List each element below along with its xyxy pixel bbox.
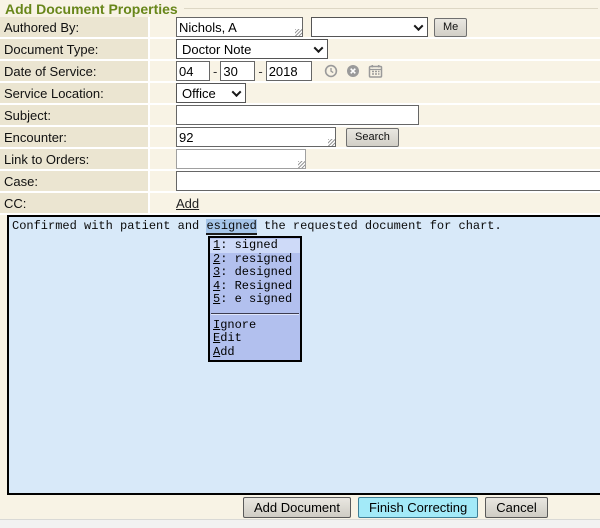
chevron-down-icon (414, 21, 424, 31)
document-type-label: Document Type: (0, 39, 150, 59)
misspelled-word[interactable]: esigned (206, 219, 256, 235)
menu-separator (211, 313, 299, 314)
menu-item-suggestion-3[interactable]: 3: designed (210, 266, 300, 280)
bottom-strip (0, 519, 600, 527)
calendar-icon[interactable] (368, 64, 383, 78)
row-authored-by: Authored By: Me (0, 17, 600, 39)
cc-label: CC: (0, 193, 150, 213)
row-case: Case: (0, 171, 600, 193)
document-text-editor[interactable]: Confirmed with patient and esigned the r… (7, 215, 600, 495)
footer-bar: Add Document Finish Correcting Cancel (0, 495, 600, 519)
service-location-label: Service Location: (0, 83, 150, 103)
subject-input[interactable] (176, 105, 419, 125)
editor-text-before: Confirmed with patient and (12, 219, 206, 233)
clear-icon[interactable] (346, 64, 360, 78)
date-year-input[interactable] (266, 61, 312, 81)
menu-item-suggestion-2[interactable]: 2: resigned (210, 253, 300, 267)
chevron-down-icon (314, 43, 324, 53)
authored-by-label: Authored By: (0, 17, 150, 37)
service-location-select[interactable]: Office (176, 83, 246, 103)
menu-item-suggestion-4[interactable]: 4: Resigned (210, 280, 300, 294)
document-type-select-value: Doctor Note (182, 42, 251, 57)
authored-by-select[interactable] (311, 17, 428, 37)
row-cc: CC: Add (0, 193, 600, 215)
title-divider (184, 8, 598, 9)
chevron-down-icon (232, 87, 242, 97)
row-encounter: Encounter: Search (0, 127, 600, 149)
page-title: Add Document Properties (5, 1, 178, 17)
menu-item-ignore[interactable]: Ignore (210, 319, 300, 333)
case-label: Case: (0, 171, 150, 191)
date-day-input[interactable] (220, 61, 255, 81)
menu-item-suggestion-5[interactable]: 5: e signed (210, 293, 300, 307)
add-document-button[interactable]: Add Document (243, 497, 351, 518)
date-month-input[interactable] (176, 61, 210, 81)
date-separator: - (213, 64, 217, 79)
search-button[interactable]: Search (346, 128, 399, 147)
me-button[interactable]: Me (434, 18, 467, 37)
clock-icon[interactable] (324, 64, 338, 78)
row-subject: Subject: (0, 105, 600, 127)
date-separator: - (258, 64, 262, 79)
encounter-input[interactable] (176, 127, 336, 147)
editor-text-after: the requested document for chart. (257, 219, 502, 233)
menu-item-suggestion-1[interactable]: 1: signed (210, 239, 300, 253)
date-of-service-label: Date of Service: (0, 61, 150, 81)
row-service-location: Service Location: Office (0, 83, 600, 105)
authored-by-input[interactable] (176, 17, 303, 37)
menu-item-add[interactable]: Add (210, 346, 300, 360)
document-type-select[interactable]: Doctor Note (176, 39, 328, 59)
link-to-orders-input[interactable] (176, 149, 306, 169)
row-document-type: Document Type: Doctor Note (0, 39, 600, 61)
spellcheck-menu: 1: signed 2: resigned 3: designed 4: Res… (208, 236, 302, 362)
row-link-to-orders: Link to Orders: (0, 149, 600, 171)
finish-correcting-button[interactable]: Finish Correcting (358, 497, 478, 518)
cancel-button[interactable]: Cancel (485, 497, 547, 518)
menu-item-edit[interactable]: Edit (210, 332, 300, 346)
link-to-orders-label: Link to Orders: (0, 149, 150, 169)
encounter-label: Encounter: (0, 127, 150, 147)
row-date-of-service: Date of Service: - - (0, 61, 600, 83)
cc-add-link[interactable]: Add (176, 196, 199, 211)
title-bar: Add Document Properties (0, 0, 600, 17)
case-input[interactable] (176, 171, 600, 191)
subject-label: Subject: (0, 105, 150, 125)
service-location-select-value: Office (182, 86, 216, 101)
